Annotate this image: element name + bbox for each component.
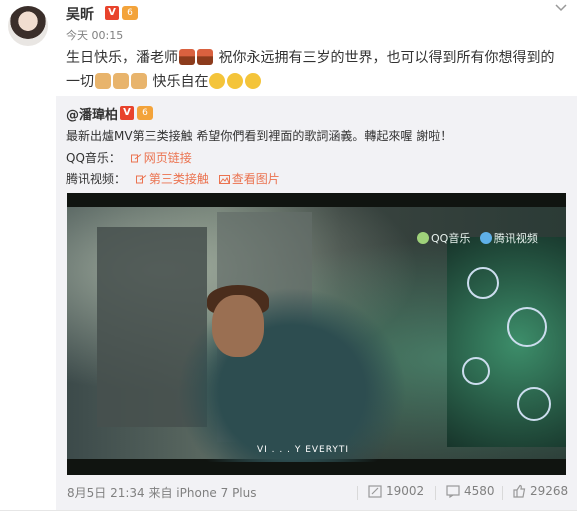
video-link[interactable]: 第三类接触: [149, 172, 209, 186]
repost-meta[interactable]: 8月5日 21:34 来自 iPhone 7 Plus: [67, 484, 257, 501]
repost-count: 19002: [386, 484, 425, 498]
comment-icon: [446, 485, 460, 499]
content-text: 快乐自在: [152, 74, 209, 90]
divider: [357, 486, 358, 500]
cake-emoji-icon: [197, 49, 213, 65]
video-subtitle: VI . . . Y EVERYTI: [257, 445, 350, 455]
qq-music-label: QQ音乐：: [66, 151, 121, 165]
bottom-divider: [0, 510, 577, 511]
repost-action[interactable]: 19002: [368, 484, 424, 498]
video-player[interactable]: QQ音乐 腾讯视频 VI . . . Y EVERYTI: [67, 193, 566, 475]
video-watermark: QQ音乐 腾讯视频: [417, 230, 538, 246]
web-link[interactable]: 网页链接: [144, 151, 192, 165]
avatar[interactable]: [8, 6, 48, 46]
dial: [507, 307, 547, 347]
cat-emoji-icon: [227, 73, 244, 89]
repost-text: 最新出爐MV第三类接触 希望你們看到裡面的歌詞涵義。轉起來喔 謝啦！: [66, 129, 453, 143]
qq-music-logo-icon: [417, 232, 429, 244]
hand-emoji-icon: [95, 73, 111, 89]
content-text: 生日快乐，潘老师: [66, 50, 178, 66]
username[interactable]: 吴昕: [66, 4, 94, 24]
verified-badge: V: [105, 6, 119, 20]
cat-emoji-icon: [245, 73, 262, 89]
tencent-video-line: 腾讯视频： 第三类接触 查看图片: [66, 170, 280, 187]
divider: [502, 486, 503, 500]
video-frame: QQ音乐 腾讯视频 VI . . . Y EVERYTI: [67, 207, 566, 462]
dial: [462, 357, 490, 385]
verified-badge: V: [120, 106, 134, 120]
qq-music-line: QQ音乐： 网页链接: [66, 149, 192, 166]
link-icon: [135, 175, 147, 184]
divider: [435, 486, 436, 500]
repost-icon: [368, 485, 382, 498]
dial: [467, 267, 499, 299]
hand-emoji-icon: [131, 73, 147, 89]
tencent-video-label: 腾讯视频：: [66, 172, 127, 186]
view-images-link[interactable]: 查看图片: [232, 172, 280, 186]
tencent-video-logo-icon: [479, 232, 492, 244]
comment-count: 4580: [464, 484, 495, 498]
video-console: [447, 237, 566, 447]
content-text: 一切: [66, 74, 94, 90]
video-person-head: [212, 295, 264, 357]
hand-emoji-icon: [113, 73, 129, 89]
post-time[interactable]: 今天 00:15: [66, 27, 123, 43]
link-icon: [130, 154, 142, 163]
watermark-tencent: 腾讯视频: [493, 232, 538, 245]
cake-emoji-icon: [179, 49, 195, 65]
level-badge: 6: [122, 6, 138, 20]
like-icon: [513, 484, 526, 498]
video-person: [177, 287, 407, 462]
comment-action[interactable]: 4580: [446, 484, 495, 499]
content-text: 祝你永远拥有三岁的世界，也可以得到所有你想得到的: [218, 50, 555, 66]
repost-username[interactable]: @潘瑋柏: [66, 104, 118, 123]
like-count: 29268: [530, 484, 569, 498]
post-content: 生日快乐，潘老师 祝你永远拥有三岁的世界，也可以得到所有你想得到的 一切 快乐自…: [66, 46, 566, 94]
like-action[interactable]: 29268: [512, 484, 568, 498]
dial: [517, 387, 551, 421]
image-icon: [218, 175, 230, 184]
chevron-down-icon[interactable]: [554, 2, 568, 14]
level-badge: 6: [137, 106, 153, 120]
watermark-qq: QQ音乐: [431, 232, 471, 245]
cat-emoji-icon: [209, 73, 226, 89]
